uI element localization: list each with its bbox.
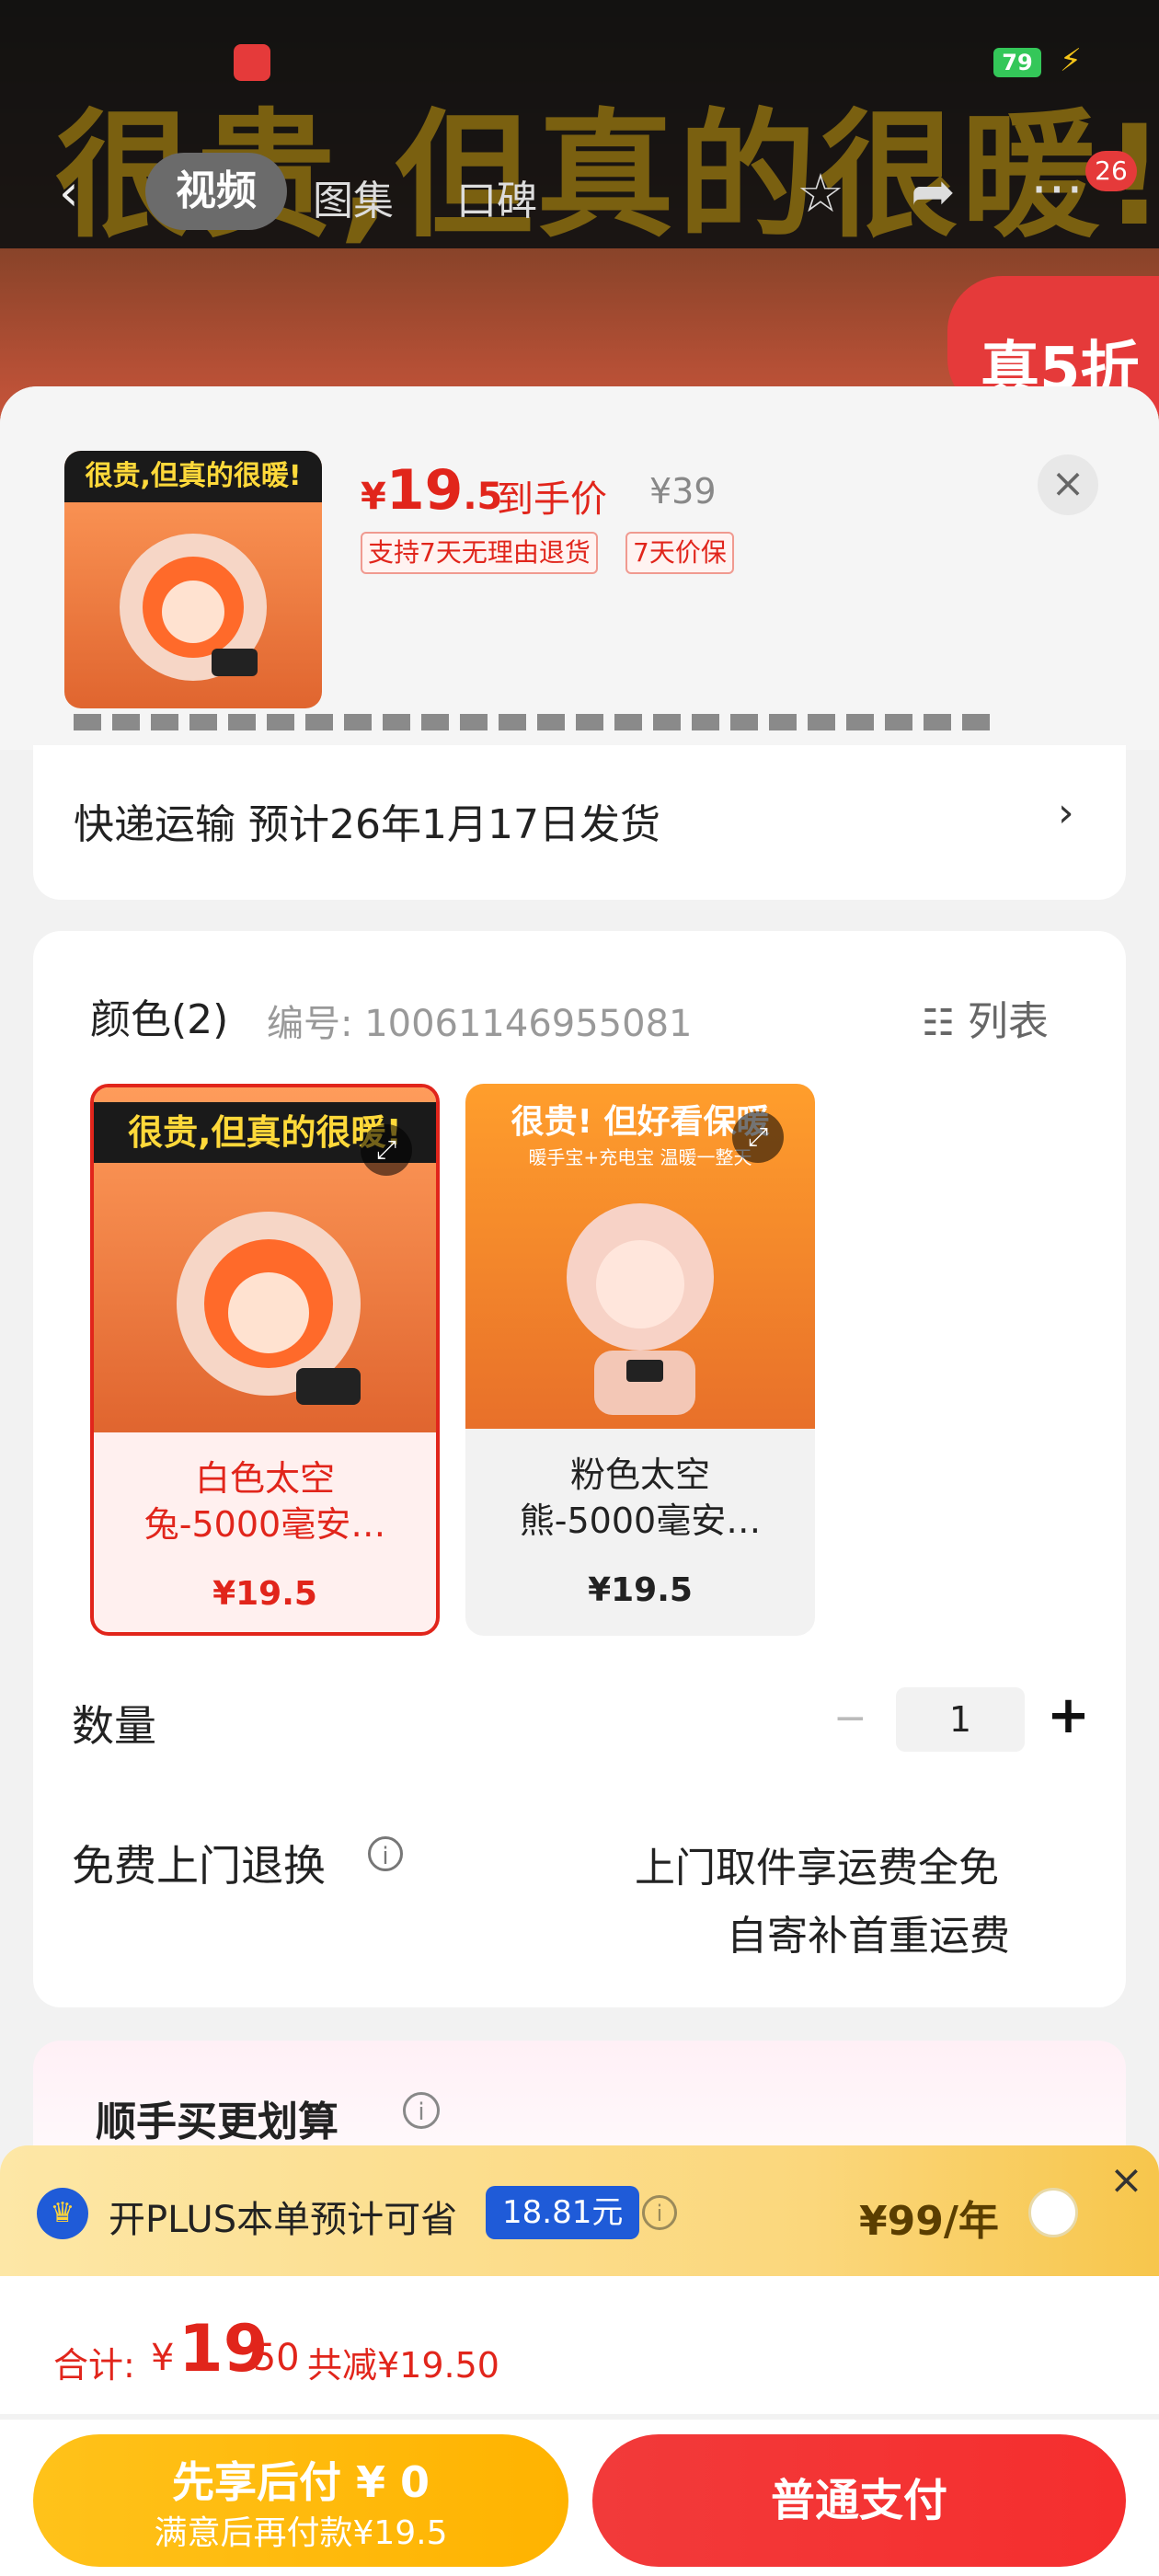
- star-icon[interactable]: ☆: [797, 162, 844, 224]
- close-icon[interactable]: ×: [1109, 2156, 1143, 2203]
- return-info-line2: 自寄补首重运费: [727, 1913, 1010, 1960]
- normal-pay-button[interactable]: 普通支付: [592, 2434, 1126, 2567]
- total-currency: ¥: [151, 2337, 175, 2379]
- option-name: 白色太空 兔-5000毫安…: [94, 1455, 436, 1547]
- return-info-line1: 上门取件享运费全免: [635, 1845, 999, 1892]
- option-price: ¥19.5: [588, 1571, 693, 1609]
- quantity-plus-button[interactable]: +: [1047, 1685, 1090, 1745]
- total-decimal: .50: [241, 2337, 300, 2379]
- option-price: ¥19.5: [212, 1575, 317, 1613]
- list-icon: ☷: [922, 1002, 955, 1044]
- plus-select-radio[interactable]: [1028, 2188, 1078, 2237]
- option-image: 很贵! 但好看保暖 暖手宝+充电宝 温暖一整天 ⤢: [465, 1084, 815, 1429]
- tab-video[interactable]: 视频: [145, 153, 287, 230]
- product-thumbnail[interactable]: 很贵,但真的很暖!: [64, 451, 322, 708]
- more-icon[interactable]: ⋯: [1030, 156, 1084, 219]
- app-notification-icon: [234, 44, 270, 81]
- list-view-label: 列表: [967, 998, 1049, 1045]
- quantity-minus-button[interactable]: −: [833, 1695, 867, 1742]
- color-option-white[interactable]: 很贵,但真的很暖! ⤢ 白色太空 兔-5000毫安… ¥19.5: [90, 1084, 440, 1636]
- shipping-estimate: 快递运输 预计26年1月17日发货: [74, 801, 660, 848]
- expand-icon[interactable]: ⤢: [732, 1111, 784, 1163]
- info-icon[interactable]: i: [368, 1836, 403, 1871]
- color-section-title: 颜色(2): [90, 996, 229, 1043]
- close-icon[interactable]: ×: [1038, 454, 1098, 515]
- plus-savings-badge: 18.81元: [486, 2186, 640, 2239]
- color-option-pink[interactable]: 很贵! 但好看保暖 暖手宝+充电宝 温暖一整天 ⤢ 粉色太空 熊-5000毫安……: [465, 1084, 815, 1636]
- return-policy-tag: 支持7天无理由退货: [361, 532, 598, 574]
- option-name: 粉色太空 熊-5000毫安…: [465, 1452, 815, 1544]
- price-label: 到手价: [497, 478, 607, 521]
- quantity-label: 数量: [72, 1701, 156, 1751]
- expand-icon[interactable]: ⤢: [361, 1124, 412, 1176]
- product-figure-illustration: [120, 534, 267, 681]
- option-name-line1: 白色太空: [194, 1458, 335, 1499]
- price-integer: 19: [385, 458, 464, 523]
- thumbnail-caption: 很贵,但真的很暖!: [64, 451, 322, 502]
- back-icon[interactable]: ‹: [59, 164, 79, 222]
- clipped-address-line: [74, 714, 993, 747]
- message-count-badge: 26: [1085, 151, 1137, 191]
- price-protect-tag: 7天价保: [625, 532, 734, 574]
- info-icon[interactable]: i: [642, 2195, 677, 2230]
- price-symbol: ¥: [361, 476, 386, 518]
- price-main: ¥19.5: [361, 458, 502, 523]
- free-return-label: 免费上门退换: [72, 1841, 326, 1891]
- bear-figure-illustration: [567, 1203, 714, 1415]
- quantity-input[interactable]: 1: [896, 1687, 1025, 1752]
- tab-gallery[interactable]: 图集: [313, 167, 394, 226]
- tab-reviews[interactable]: 口碑: [456, 167, 537, 226]
- addon-title: 顺手买更划算: [96, 2099, 339, 2145]
- share-icon[interactable]: ➦: [911, 160, 956, 223]
- pay-later-title: 先享后付 ¥ 0: [171, 2457, 430, 2507]
- product-code: 编号: 10061146955081: [267, 1003, 693, 1045]
- pay-later-subtitle: 满意后再付款¥19.5: [154, 2514, 448, 2552]
- option-name-line2: 熊-5000毫安…: [519, 1501, 762, 1541]
- original-price: ¥39: [649, 471, 717, 512]
- plus-promo-text: 开PLUS本单预计可省: [109, 2199, 458, 2241]
- plus-price: ¥99/年: [859, 2198, 999, 2245]
- total-discount: 共减¥19.50: [307, 2345, 499, 2386]
- chevron-right-icon[interactable]: ›: [1058, 789, 1074, 836]
- battery-indicator: 79: [993, 48, 1041, 77]
- crown-icon: ♛: [37, 2188, 88, 2239]
- total-label: 合计:: [53, 2345, 135, 2386]
- list-view-button[interactable]: ☷ 列表: [922, 988, 1049, 1047]
- info-icon[interactable]: i: [403, 2092, 440, 2129]
- charging-icon: ⚡: [1060, 42, 1082, 79]
- option-image: 很贵,但真的很暖! ⤢: [94, 1087, 436, 1432]
- option-name-line2: 兔-5000毫安…: [143, 1504, 386, 1545]
- bunny-figure-illustration: [177, 1212, 361, 1405]
- pay-later-button[interactable]: 先享后付 ¥ 0 满意后再付款¥19.5: [33, 2434, 568, 2567]
- option-name-line1: 粉色太空: [569, 1455, 710, 1495]
